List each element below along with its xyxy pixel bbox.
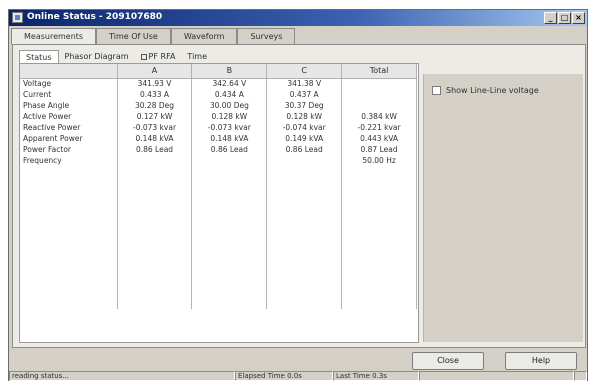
cell-phase-c: 0.149 kVA — [266, 133, 343, 144]
app-window-icon — [12, 12, 23, 23]
cell-phase-b: 0.128 kW — [191, 111, 268, 122]
cell-phase-a: 341.93 V — [117, 78, 193, 89]
subtab-pf-rfa-label: PF RFA — [148, 52, 176, 61]
tab-surveys[interactable]: Surveys — [237, 28, 296, 44]
cell-phase-c: 341.38 V — [266, 78, 343, 89]
title-bar[interactable]: Online Status - 209107680 _ □ × — [9, 10, 587, 26]
cell-phase-b: 342.64 V — [191, 78, 268, 89]
table-row: Frequency 50.00 Hz — [20, 155, 417, 166]
table-row: Voltage 341.93 V 342.64 V 341.38 V — [20, 78, 417, 89]
row-label: Reactive Power — [20, 122, 118, 133]
cell-phase-c — [266, 155, 343, 166]
table-row: Reactive Power -0.073 kvar -0.073 kvar -… — [20, 122, 417, 133]
row-label: Voltage — [20, 78, 118, 89]
measurements-panel: Status Phasor Diagram PF RFA Time A B C … — [12, 44, 586, 348]
cell-total — [341, 78, 417, 89]
maximize-icon[interactable]: □ — [558, 12, 571, 24]
empty-cell — [341, 166, 417, 309]
row-label: Apparent Power — [20, 133, 118, 144]
progress-area — [419, 371, 574, 381]
cell-total — [341, 89, 417, 100]
column-header-b[interactable]: B — [191, 64, 268, 79]
online-status-window: Online Status - 209107680 _ □ × Measurem… — [8, 9, 588, 381]
cell-phase-a: 0.86 Lead — [117, 144, 193, 155]
empty-cell — [117, 166, 193, 309]
cell-total: 50.00 Hz — [341, 155, 417, 166]
last-time: Last Time 0.3s — [333, 371, 419, 381]
pf-rfa-icon — [140, 54, 147, 60]
table-row: Current 0.433 A 0.434 A 0.437 A — [20, 89, 417, 100]
window-title: Online Status - 209107680 — [27, 12, 163, 22]
cell-total: 0.443 kVA — [341, 133, 417, 144]
cell-total — [341, 100, 417, 111]
cell-phase-c: 30.37 Deg — [266, 100, 343, 111]
close-icon[interactable]: × — [572, 12, 585, 24]
subtab-status[interactable]: Status — [19, 50, 59, 63]
row-label: Phase Angle — [20, 100, 118, 111]
row-label: Current — [20, 89, 118, 100]
cell-phase-b: 30.00 Deg — [191, 100, 268, 111]
cell-total: -0.221 kvar — [341, 122, 417, 133]
cell-phase-a — [117, 155, 193, 166]
help-button[interactable]: Help — [505, 352, 577, 370]
row-label: Active Power — [20, 111, 118, 122]
subtab-phasor-diagram[interactable]: Phasor Diagram — [59, 50, 135, 63]
cell-phase-c: -0.074 kvar — [266, 122, 343, 133]
column-header-c[interactable]: C — [266, 64, 343, 79]
cell-phase-b: -0.073 kvar — [191, 122, 268, 133]
resize-grip-icon[interactable] — [574, 371, 587, 381]
options-pane: Show Line-Line voltage — [423, 74, 583, 342]
tab-measurements[interactable]: Measurements — [11, 28, 97, 44]
cell-phase-b: 0.86 Lead — [191, 144, 268, 155]
cell-phase-b — [191, 155, 268, 166]
minimize-icon[interactable]: _ — [544, 12, 557, 24]
row-label: Frequency — [20, 155, 118, 166]
close-button[interactable]: Close — [412, 352, 484, 370]
measurements-grid[interactable]: A B C Total Voltage 341.93 V 342.64 V 34… — [19, 63, 419, 343]
row-label: Power Factor — [20, 144, 118, 155]
cell-phase-b: 0.148 kVA — [191, 133, 268, 144]
grid-header-row: A B C Total — [20, 64, 417, 79]
cell-phase-c: 0.86 Lead — [266, 144, 343, 155]
empty-grid-area — [20, 166, 417, 309]
show-line-line-voltage-label: Show Line-Line voltage — [446, 86, 539, 95]
subtab-pf-rfa[interactable]: PF RFA — [135, 50, 182, 63]
window-controls: _ □ × — [544, 12, 585, 24]
cell-phase-a: 0.148 kVA — [117, 133, 193, 144]
cell-phase-a: -0.073 kvar — [117, 122, 193, 133]
column-header-a[interactable]: A — [117, 64, 193, 79]
table-row: Apparent Power 0.148 kVA 0.148 kVA 0.149… — [20, 133, 417, 144]
status-text: reading status... — [9, 371, 235, 381]
empty-cell — [266, 166, 343, 309]
status-bar: reading status... Elapsed Time 0.0s Last… — [9, 371, 587, 381]
main-tab-strip: Measurements Time Of Use Waveform Survey… — [11, 28, 296, 44]
cell-phase-c: 0.128 kW — [266, 111, 343, 122]
tab-waveform[interactable]: Waveform — [170, 28, 238, 44]
sub-tab-strip: Status Phasor Diagram PF RFA Time — [19, 49, 213, 63]
empty-cell — [20, 166, 118, 309]
empty-cell — [191, 166, 268, 309]
cell-phase-a: 30.28 Deg — [117, 100, 193, 111]
column-header-total[interactable]: Total — [341, 64, 417, 79]
cell-phase-a: 0.127 kW — [117, 111, 193, 122]
cell-phase-b: 0.434 A — [191, 89, 268, 100]
column-header-label — [20, 64, 118, 79]
table-row: Active Power 0.127 kW 0.128 kW 0.128 kW … — [20, 111, 417, 122]
table-row: Power Factor 0.86 Lead 0.86 Lead 0.86 Le… — [20, 144, 417, 155]
show-line-line-voltage-checkbox[interactable] — [432, 86, 441, 95]
cell-total: 0.87 Lead — [341, 144, 417, 155]
show-line-line-voltage-option[interactable]: Show Line-Line voltage — [432, 86, 539, 95]
cell-total: 0.384 kW — [341, 111, 417, 122]
table-row: Phase Angle 30.28 Deg 30.00 Deg 30.37 De… — [20, 100, 417, 111]
elapsed-time: Elapsed Time 0.0s — [235, 371, 333, 381]
cell-phase-c: 0.437 A — [266, 89, 343, 100]
subtab-time[interactable]: Time — [181, 50, 213, 63]
tab-time-of-use[interactable]: Time Of Use — [96, 28, 171, 44]
cell-phase-a: 0.433 A — [117, 89, 193, 100]
